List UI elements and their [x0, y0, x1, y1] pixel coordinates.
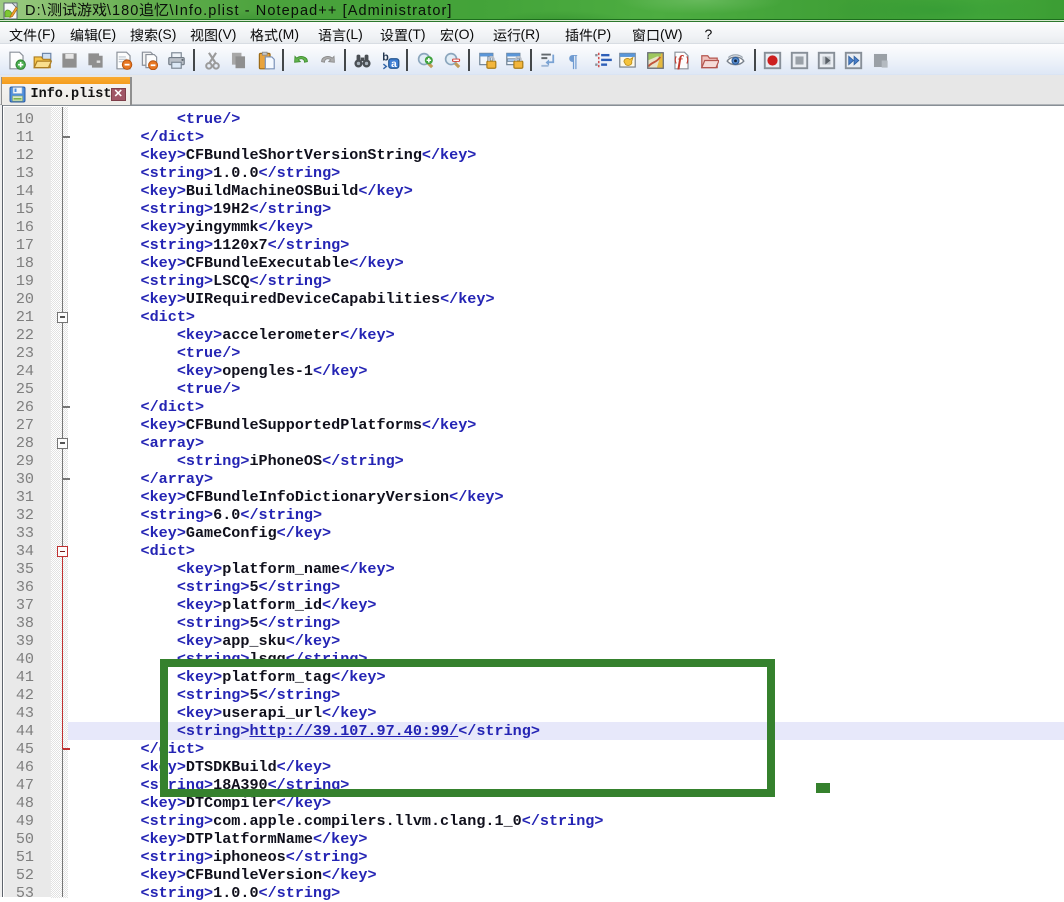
svg-text:¶: ¶ — [568, 51, 578, 70]
svg-text:a: a — [391, 58, 397, 69]
